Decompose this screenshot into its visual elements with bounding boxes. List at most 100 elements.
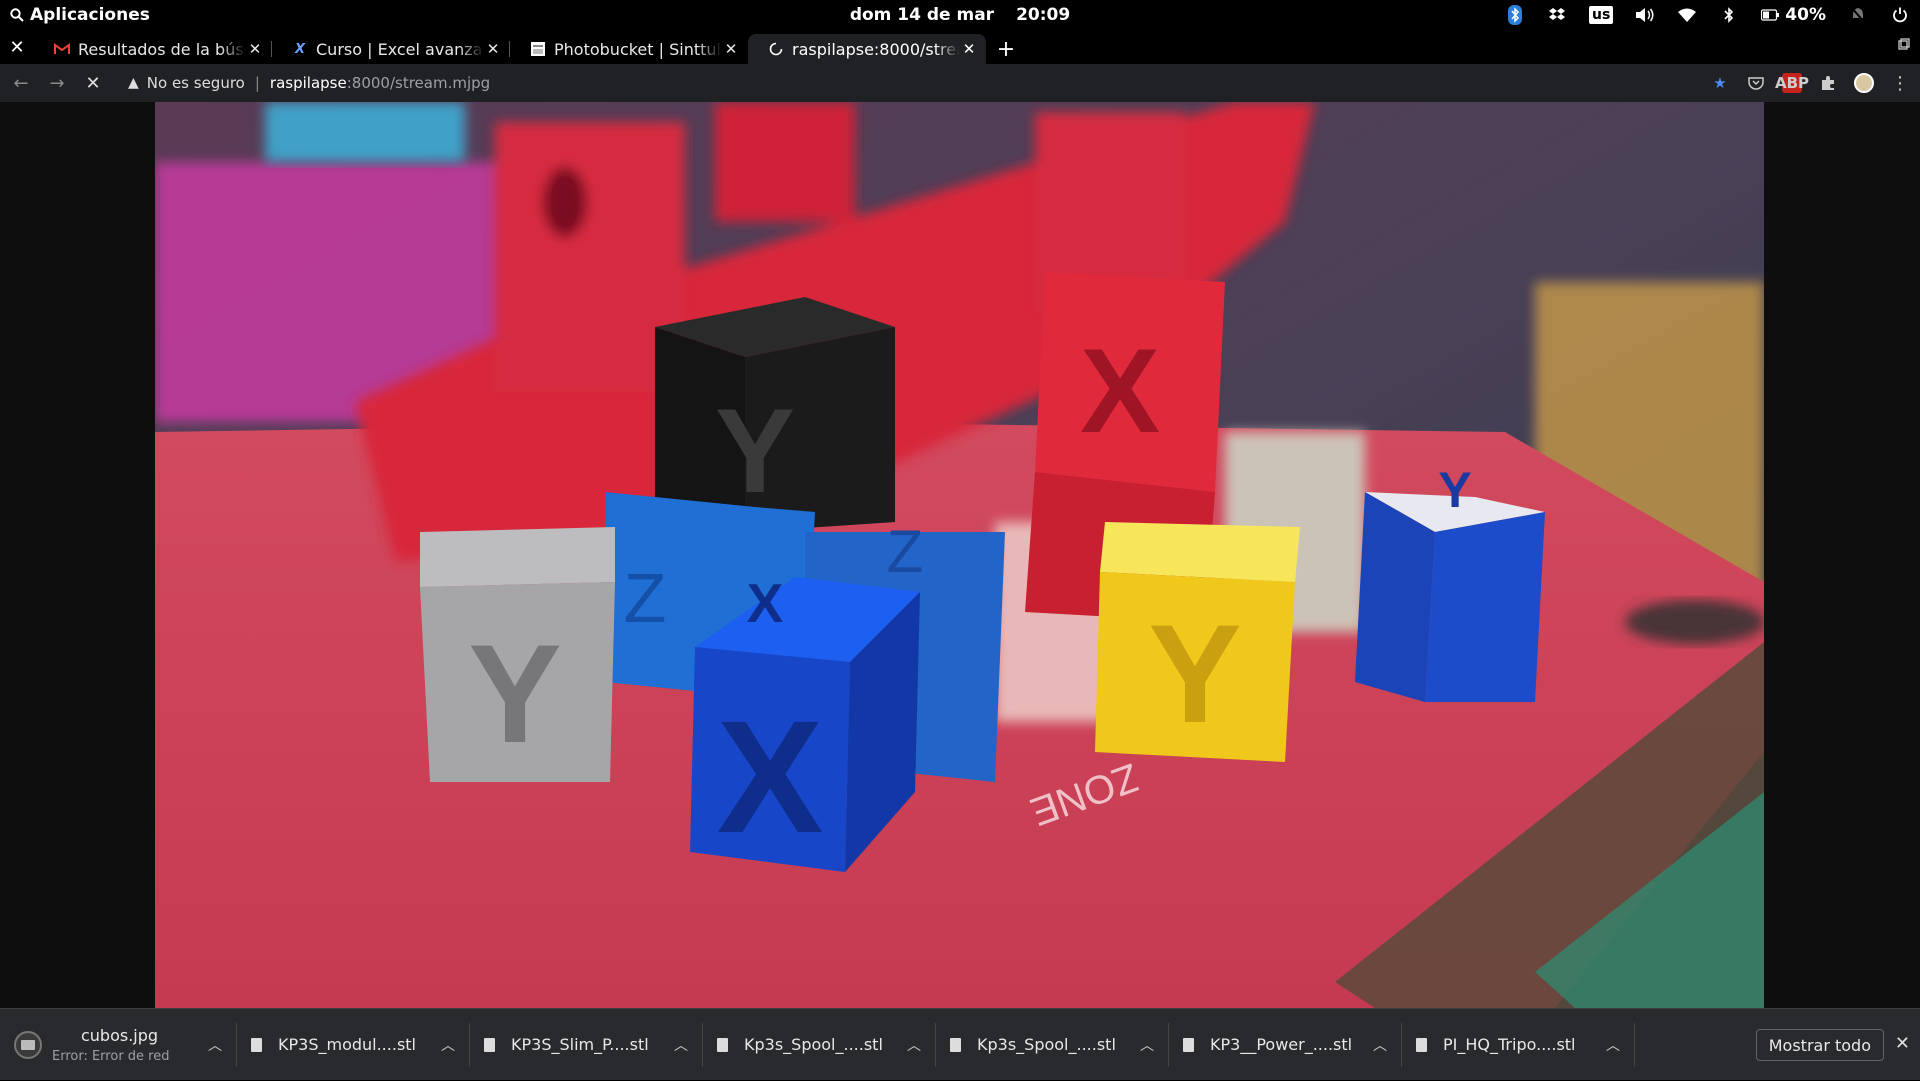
tab-photobucket[interactable]: Photobucket | Sinttulo ✕ — [510, 34, 748, 64]
system-tray: us 40% — [1505, 0, 1910, 30]
page-content: X Y Z Z Y X X Y Y ZONE — [0, 102, 1920, 1008]
tab-close-icon[interactable]: ✕ — [722, 40, 740, 58]
close-shelf-icon[interactable]: ✕ — [1895, 1033, 1910, 1054]
download-filename: KP3S_modul....stl — [278, 1035, 416, 1054]
cube-letter: Z — [887, 518, 924, 585]
tab-title: raspilapse:8000/stream.mjpg — [792, 39, 960, 59]
tab-raspilapse-stream[interactable]: raspilapse:8000/stream.mjpg ✕ — [748, 34, 986, 64]
doc-icon — [530, 41, 546, 57]
gmail-icon — [54, 41, 70, 57]
download-item[interactable]: KP3__Power_....stl ︿ — [1169, 1009, 1402, 1081]
new-tab-button[interactable]: + — [986, 34, 1026, 64]
dropbox-icon[interactable] — [1547, 5, 1567, 25]
calibration-cubes-photo: X Y Z Z Y X X Y Y ZONE — [155, 102, 1764, 1008]
time-label[interactable]: 20:09 — [1016, 5, 1070, 25]
profile-avatar[interactable] — [1854, 73, 1874, 93]
cube-letter: Y — [715, 384, 795, 518]
download-item[interactable]: Kp3s_Spool_....stl ︿ — [936, 1009, 1169, 1081]
show-all-downloads-button[interactable]: Mostrar todo — [1755, 1029, 1884, 1061]
download-filename: Kp3s_Spool_....stl — [977, 1035, 1116, 1054]
file-icon — [950, 1037, 961, 1052]
battery-indicator[interactable]: 40% — [1761, 5, 1826, 25]
cube-letter: X — [1080, 324, 1160, 458]
tab-close-icon[interactable]: ✕ — [484, 40, 502, 58]
chevron-up-icon[interactable]: ︿ — [1368, 1035, 1392, 1055]
browser-toolbar: ← → ✕ ▲ No es seguro | raspilapse:8000/s… — [0, 64, 1920, 102]
stream-image: X Y Z Z Y X X Y Y ZONE — [155, 102, 1764, 1008]
download-item[interactable]: PI_HQ_Tripo....stl ︿ — [1402, 1009, 1635, 1081]
image-file-error-icon — [14, 1030, 42, 1059]
url-host[interactable]: raspilapse — [270, 74, 347, 92]
applications-label: Aplicaciones — [30, 5, 150, 25]
tab-title: Photobucket | Sinttulo — [554, 39, 722, 59]
cube-letter: X — [717, 687, 824, 866]
download-info: cubos.jpg Error: Error de red — [52, 1025, 203, 1064]
tab-title: Curso | Excel avanzado — [316, 39, 484, 59]
adblock-plus-icon[interactable]: ABP — [1775, 73, 1809, 93]
bookmark-star-icon[interactable]: ★ — [1710, 73, 1730, 93]
kebab-menu-icon[interactable]: ⋮ — [1890, 73, 1910, 94]
forward-button[interactable]: → — [42, 68, 72, 98]
system-top-bar: Aplicaciones dom 14 de mar 20:09 us 40% — [0, 0, 1920, 30]
keyboard-layout-indicator[interactable]: us — [1588, 6, 1614, 24]
extensions-puzzle-icon[interactable] — [1818, 73, 1838, 93]
download-item[interactable]: KP3S_Slim_P....stl ︿ — [470, 1009, 703, 1081]
address-separator: | — [254, 74, 260, 92]
download-item[interactable]: KP3S_modul....stl ︿ — [237, 1009, 470, 1081]
download-item-failed[interactable]: cubos.jpg Error: Error de red ︿ — [0, 1009, 237, 1081]
back-button[interactable]: ← — [6, 68, 36, 98]
date-label[interactable]: dom 14 de mar — [850, 5, 994, 25]
download-filename: PI_HQ_Tripo....stl — [1443, 1035, 1576, 1054]
close-window-button[interactable]: ✕ — [0, 30, 34, 64]
chevron-up-icon[interactable]: ︿ — [902, 1035, 926, 1055]
chevron-up-icon[interactable]: ︿ — [203, 1035, 227, 1055]
chevron-up-icon[interactable]: ︿ — [669, 1035, 693, 1055]
file-icon — [1183, 1037, 1194, 1052]
file-icon — [484, 1037, 495, 1052]
bluetooth-tray-icon[interactable] — [1505, 5, 1525, 25]
cube-letter: Y — [1148, 595, 1241, 752]
tab-excel-course[interactable]: X Curso | Excel avanzado ✕ — [272, 34, 510, 64]
cube-letter: Z — [624, 559, 667, 637]
file-icon — [251, 1037, 262, 1052]
download-status: Error: Error de red — [52, 1048, 170, 1064]
cube-letter: X — [747, 572, 784, 634]
tab-close-icon[interactable]: ✕ — [246, 40, 264, 58]
applications-menu[interactable]: Aplicaciones — [0, 5, 150, 25]
tab-strip: ✕ Resultados de la búsqueda ✕ X Curso | … — [0, 30, 1920, 64]
downloads-shelf: cubos.jpg Error: Error de red ︿ KP3S_mod… — [0, 1008, 1920, 1080]
toolbar-actions: ★ ABP ⋮ — [1710, 73, 1920, 94]
security-label[interactable]: No es seguro — [147, 74, 245, 92]
download-item[interactable]: Kp3s_Spool_....stl ︿ — [703, 1009, 936, 1081]
cube-letter: Y — [1438, 462, 1471, 518]
tab-title: Resultados de la búsqueda — [78, 39, 246, 59]
search-icon — [10, 8, 24, 22]
download-filename: KP3__Power_....stl — [1210, 1035, 1353, 1054]
tab-close-icon[interactable]: ✕ — [960, 40, 978, 58]
url-path[interactable]: :8000/stream.mjpg — [347, 74, 490, 92]
battery-percentage: 40% — [1785, 5, 1826, 25]
download-filename: Kp3s_Spool_....stl — [744, 1035, 883, 1054]
warning-icon[interactable]: ▲ — [128, 75, 139, 91]
chevron-up-icon[interactable]: ︿ — [1601, 1035, 1625, 1055]
wifi-icon[interactable] — [1677, 5, 1697, 25]
loading-icon — [768, 41, 784, 57]
tab-search-icon[interactable] — [1898, 38, 1910, 54]
x-icon: X — [294, 41, 306, 57]
chevron-up-icon[interactable]: ︿ — [1135, 1035, 1159, 1055]
download-filename: KP3S_Slim_P....stl — [511, 1035, 649, 1054]
battery-icon — [1761, 9, 1780, 21]
tab-gmail[interactable]: Resultados de la búsqueda ✕ — [34, 34, 272, 64]
cube-letter: Y — [468, 615, 561, 772]
volume-icon[interactable] — [1635, 5, 1655, 25]
stop-loading-button[interactable]: ✕ — [78, 68, 108, 98]
download-filename: cubos.jpg — [80, 1025, 159, 1045]
chevron-up-icon[interactable]: ︿ — [436, 1035, 460, 1055]
bluetooth-icon[interactable] — [1719, 5, 1739, 25]
notifications-muted-icon[interactable] — [1848, 5, 1868, 25]
file-icon — [1416, 1037, 1427, 1052]
file-icon — [717, 1037, 728, 1052]
address-bar[interactable]: ▲ No es seguro | raspilapse:8000/stream.… — [118, 68, 1710, 98]
pocket-icon[interactable] — [1746, 73, 1766, 93]
power-icon[interactable] — [1890, 5, 1910, 25]
